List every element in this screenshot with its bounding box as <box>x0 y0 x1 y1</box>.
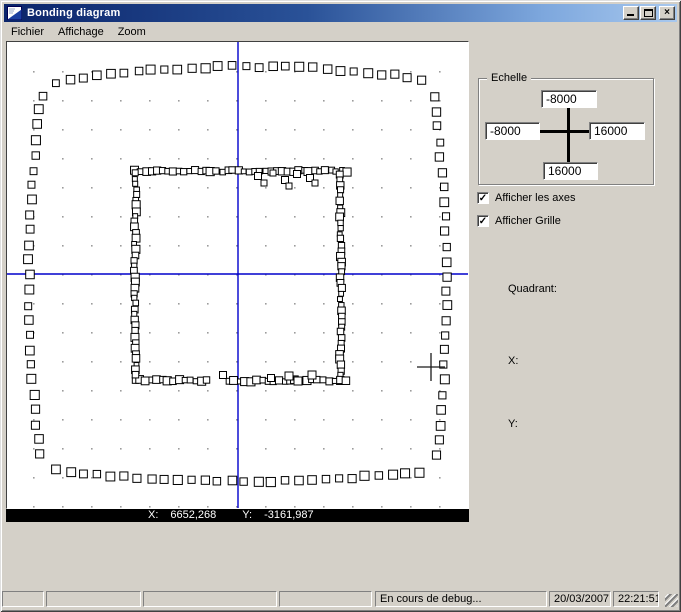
menu-zoom[interactable]: Zoom <box>111 24 153 40</box>
menu-fichier[interactable]: Fichier <box>4 24 51 40</box>
show-grid-checkbox[interactable]: ✓ <box>477 215 489 227</box>
status-time: 22:21:51 <box>613 591 659 607</box>
scale-cross-icon <box>539 130 590 133</box>
show-axes-checkbox[interactable]: ✓ <box>477 192 489 204</box>
maximize-icon <box>644 9 653 17</box>
close-button[interactable]: × <box>659 6 675 20</box>
status-panel-2 <box>46 591 141 607</box>
scale-bottom-field[interactable] <box>543 162 598 180</box>
scale-left-field[interactable] <box>485 122 540 140</box>
coord-y-value: -3161,987 <box>264 509 314 522</box>
status-panel-4 <box>279 591 372 607</box>
window-title: Bonding diagram <box>27 7 120 19</box>
readout-y-label: Y: <box>508 418 518 430</box>
quadrant-label: Quadrant: <box>508 283 557 295</box>
readout-x-label: X: <box>508 355 518 367</box>
coord-x-value: 6652,268 <box>170 509 216 522</box>
status-bar: En cours de debug... 20/03/2007 22:21:51 <box>2 589 679 609</box>
status-date: 20/03/2007 <box>549 591 611 607</box>
minimize-button[interactable] <box>623 6 639 20</box>
coord-y-label: Y: <box>242 509 252 522</box>
resize-grip-icon[interactable] <box>665 594 678 607</box>
maximize-button[interactable] <box>640 6 656 20</box>
scale-groupbox-title: Echelle <box>487 72 531 84</box>
app-icon <box>7 6 22 20</box>
show-axes-option[interactable]: ✓ Afficher les axes <box>477 192 576 204</box>
bonding-diagram-canvas[interactable] <box>6 41 469 509</box>
scale-cross-icon <box>567 108 570 163</box>
close-icon: × <box>664 8 670 18</box>
coord-x-label: X: <box>148 509 158 522</box>
show-grid-label: Afficher Grille <box>495 215 561 227</box>
status-panel-1 <box>2 591 44 607</box>
title-bar[interactable]: Bonding diagram × <box>4 4 677 22</box>
minimize-icon <box>627 14 634 16</box>
status-message: En cours de debug... <box>375 591 547 607</box>
show-grid-option[interactable]: ✓ Afficher Grille <box>477 215 561 227</box>
scale-top-field[interactable] <box>541 90 597 108</box>
status-panel-3 <box>143 591 277 607</box>
scale-right-field[interactable] <box>589 122 645 140</box>
application-window: Bonding diagram × Fichier Affichage Zoom… <box>0 0 681 612</box>
menu-affichage[interactable]: Affichage <box>51 24 111 40</box>
menu-bar: Fichier Affichage Zoom <box>4 23 677 41</box>
show-axes-label: Afficher les axes <box>495 192 576 204</box>
coordinate-bar: X: 6652,268 Y: -3161,987 <box>6 509 469 522</box>
scale-groupbox: Echelle <box>478 78 654 185</box>
